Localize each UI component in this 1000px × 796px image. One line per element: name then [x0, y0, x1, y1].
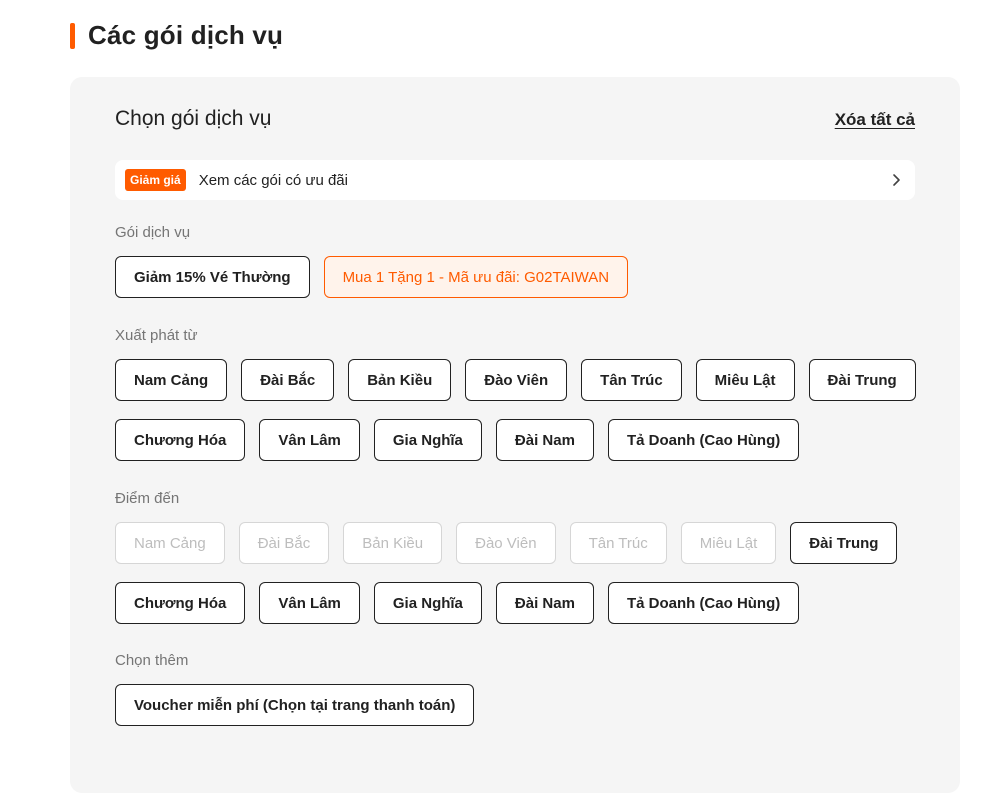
departure-option[interactable]: Tân Trúc	[581, 359, 682, 401]
chevron-right-icon	[893, 174, 900, 186]
panel-title: Chọn gói dịch vụ	[115, 107, 272, 130]
departure-option[interactable]: Đào Viên	[465, 359, 568, 401]
destination-option[interactable]: Đài Nam	[495, 582, 594, 624]
departure-option[interactable]: Tả Doanh (Cao Hùng)	[607, 419, 800, 461]
destination-option[interactable]: Chương Hóa	[115, 582, 246, 624]
destination-option-disabled: Bản Kiều	[343, 522, 443, 564]
departure-row-1: Nam Cảng Đài Bắc Bản Kiều Đào Viên Tân T…	[115, 359, 930, 401]
destination-option-disabled: Đài Bắc	[238, 522, 330, 564]
destination-option-disabled: Tân Trúc	[569, 522, 667, 564]
destination-option[interactable]: Vân Lâm	[259, 582, 360, 624]
extras-label: Chọn thêm	[115, 652, 189, 669]
service-package-panel: Chọn gói dịch vụ Xóa tất cả Giảm giá Xem…	[70, 77, 960, 793]
destination-option-disabled: Đào Viên	[456, 522, 556, 564]
free-voucher-option[interactable]: Voucher miễn phí (Chọn tại trang thanh t…	[115, 684, 475, 726]
departure-option[interactable]: Miêu Lật	[695, 359, 795, 401]
packages-label: Gói dịch vụ	[115, 224, 191, 241]
extras-options: Voucher miễn phí (Chọn tại trang thanh t…	[115, 684, 488, 726]
departure-option[interactable]: Chương Hóa	[115, 419, 246, 461]
package-option-15-percent[interactable]: Giảm 15% Vé Thường	[115, 256, 310, 298]
departure-option[interactable]: Bản Kiều	[348, 359, 452, 401]
clear-all-link[interactable]: Xóa tất cả	[835, 110, 915, 130]
departure-row-2: Chương Hóa Vân Lâm Gia Nghĩa Đài Nam Tả …	[115, 419, 813, 461]
package-option-buy1get1[interactable]: Mua 1 Tặng 1 - Mã ưu đãi: G02TAIWAN	[323, 256, 629, 298]
destination-option[interactable]: Gia Nghĩa	[373, 582, 482, 624]
departure-option[interactable]: Đài Nam	[495, 419, 594, 461]
destination-option-disabled: Nam Cảng	[115, 522, 225, 564]
destination-option[interactable]: Đài Trung	[790, 522, 898, 564]
destination-option[interactable]: Tả Doanh (Cao Hùng)	[607, 582, 800, 624]
departure-option[interactable]: Đài Bắc	[241, 359, 335, 401]
heading-accent-bar	[70, 22, 75, 49]
promo-bar[interactable]: Giảm giá Xem các gói có ưu đãi	[115, 160, 915, 200]
departure-label: Xuất phát từ	[115, 327, 198, 344]
discount-badge: Giảm giá	[125, 169, 186, 191]
page-heading: Các gói dịch vụ	[70, 20, 283, 51]
promo-text: Xem các gói có ưu đãi	[198, 171, 348, 189]
destination-option-disabled: Miêu Lật	[680, 522, 777, 564]
departure-option[interactable]: Vân Lâm	[259, 419, 360, 461]
page-title: Các gói dịch vụ	[88, 20, 284, 50]
departure-option[interactable]: Đài Trung	[808, 359, 916, 401]
departure-option[interactable]: Nam Cảng	[115, 359, 228, 401]
destination-row-1: Nam Cảng Đài Bắc Bản Kiều Đào Viên Tân T…	[115, 522, 911, 564]
destination-row-2: Chương Hóa Vân Lâm Gia Nghĩa Đài Nam Tả …	[115, 582, 813, 624]
destination-label: Điểm đến	[115, 490, 180, 507]
departure-option[interactable]: Gia Nghĩa	[373, 419, 482, 461]
packages-options: Giảm 15% Vé Thường Mua 1 Tặng 1 - Mã ưu …	[115, 256, 642, 298]
